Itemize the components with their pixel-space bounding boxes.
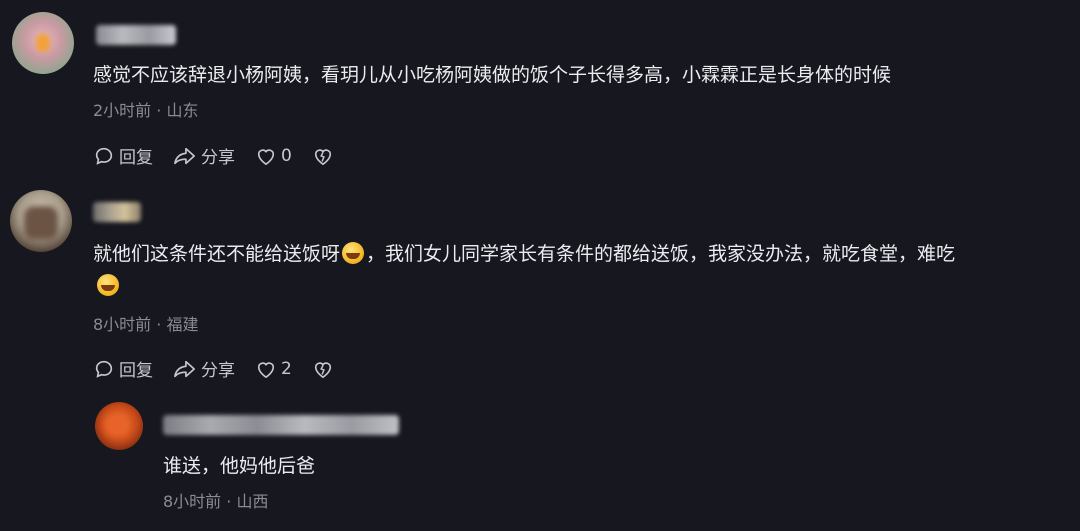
reply-label: 回复: [119, 148, 153, 168]
reply-icon: [95, 147, 113, 165]
share-icon: [174, 147, 195, 164]
heart-icon: [257, 361, 275, 378]
share-button[interactable]: 分享: [173, 143, 235, 168]
like-count: 0: [281, 145, 292, 166]
username-blurred[interactable]: [96, 25, 176, 45]
dislike-heart-icon: [314, 148, 331, 165]
dislike-heart-icon: [314, 361, 331, 378]
share-label: 分享: [201, 148, 235, 168]
comment-time: 2小时前: [93, 101, 152, 120]
share-icon: [174, 360, 195, 377]
dislike-button[interactable]: [312, 146, 338, 166]
comment-text: 就他们这条件还不能给送饭呀 ，我们女儿同学家长有条件的都给送饭，我家没办法，就吃食…: [93, 239, 955, 269]
like-button[interactable]: 2: [255, 359, 292, 379]
comment-text: 谁送，他妈他后爸: [163, 455, 316, 477]
like-button[interactable]: 0: [255, 146, 292, 166]
laughing-emoji: [342, 242, 365, 264]
comment-meta: 8小时前 · 福建: [93, 311, 198, 335]
comment-location: 福建: [166, 315, 199, 334]
heart-icon: [257, 148, 275, 165]
comment-text: 感觉不应该辞退小杨阿姨，看玥儿从小吃杨阿姨做的饭个子长得多高，小霖霖正是长身体的…: [93, 64, 892, 86]
comment-text-part1: 就他们这条件还不能给送饭呀: [93, 243, 341, 265]
comment-actions: 回复 分享 0: [93, 143, 358, 168]
comment-actions: 回复 分享 2: [93, 356, 358, 381]
username-blurred[interactable]: [93, 202, 141, 222]
reply-icon: [95, 360, 113, 378]
reply-button[interactable]: 回复: [93, 143, 153, 168]
separator: ·: [156, 101, 162, 120]
reply-label: 回复: [119, 361, 153, 381]
comment-time: 8小时前: [93, 315, 152, 334]
separator: ·: [226, 492, 232, 511]
share-button[interactable]: 分享: [173, 356, 235, 381]
comment-time: 8小时前: [163, 492, 222, 511]
avatar[interactable]: [10, 190, 72, 252]
comment-location: 山西: [236, 492, 269, 511]
separator: ·: [156, 315, 162, 334]
comment-meta: 2小时前 · 山东: [93, 97, 198, 121]
comment-meta: 8小时前 · 山西: [163, 488, 268, 512]
laughing-emoji: [97, 274, 119, 296]
share-label: 分享: [201, 361, 235, 381]
comment-text-line2: [95, 271, 121, 301]
comment-text-part2: ，我们女儿同学家长有条件的都给送饭，我家没办法，就吃食堂，难吃: [366, 243, 956, 265]
reply-button[interactable]: 回复: [93, 356, 153, 381]
avatar[interactable]: [12, 12, 74, 74]
avatar[interactable]: [95, 402, 143, 450]
dislike-button[interactable]: [312, 359, 338, 379]
like-count: 2: [281, 358, 292, 379]
comment-location: 山东: [166, 101, 199, 120]
username-blurred[interactable]: [163, 415, 399, 435]
